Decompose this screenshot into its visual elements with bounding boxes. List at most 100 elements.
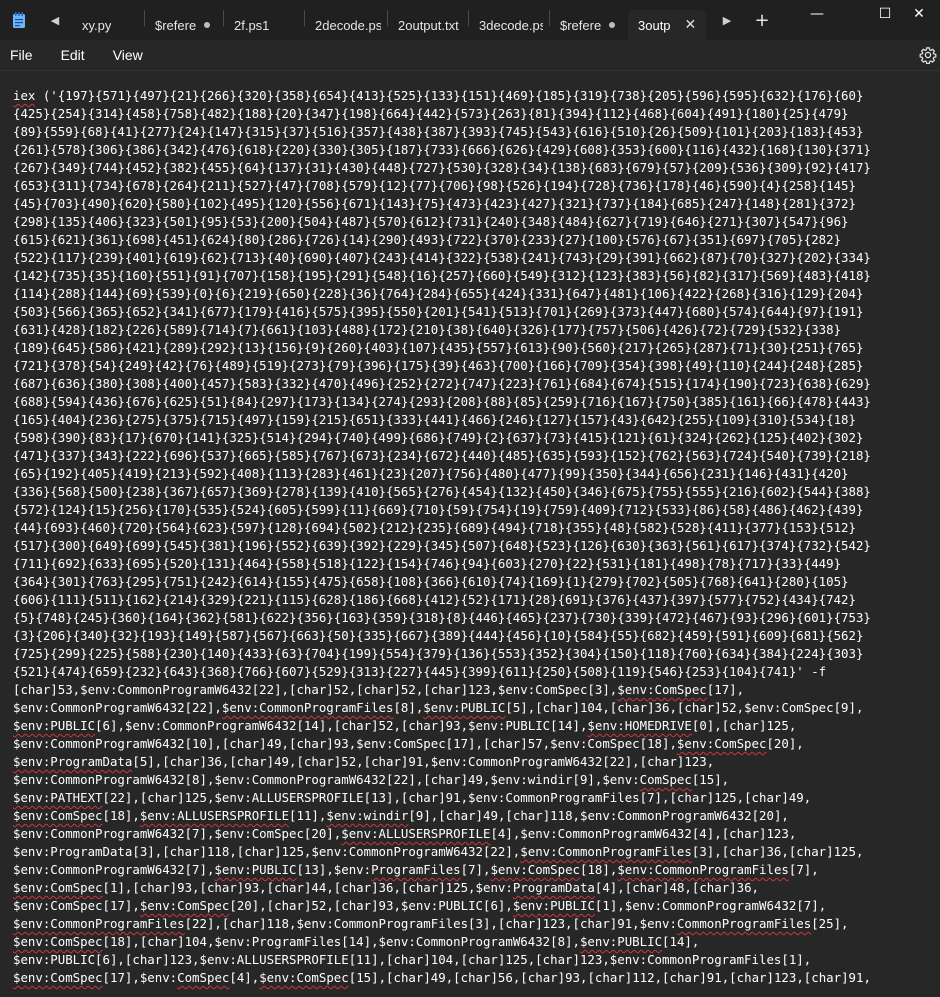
close-window-button[interactable]: ✕	[896, 0, 940, 28]
text-line: {142}{735}{35}{160}{551}{91}{707}{158}{1…	[13, 267, 940, 285]
text-line: {572}{124}{15}{256}{170}{535}{524}{605}{…	[13, 501, 940, 519]
line-text: {261}{578}{306}{386}{342}{476}{618}{220}…	[13, 142, 871, 157]
line-text: {503}{566}{365}{652}{341}{677}{179}{416}…	[13, 304, 864, 319]
line-text: {425}{254}{314}{458}{758}{482}{188}{20}{…	[13, 106, 849, 121]
line-text: {267}{349}{744}{452}{382}{455}{64}{137}{…	[13, 160, 871, 175]
text-line: $env:ProgramData[5],[char]36,[char]49,[c…	[13, 753, 940, 771]
title-bar: ◀ xy.py $refere 2f.ps1 2decode.ps1 2output.t…	[0, 0, 940, 40]
line-text: {688}{594}{436}{676}{625}{51}{84}{297}{1…	[13, 394, 871, 409]
tab-5[interactable]: 3decode.ps1	[469, 10, 549, 40]
text-line: {364}{301}{763}{295}{751}{242}{614}{155}…	[13, 573, 940, 591]
line-text: [18],	[102, 808, 140, 823]
line-text: {517}{300}{649}{699}{545}{381}{196}{552}…	[13, 538, 871, 553]
tab-2[interactable]: 2f.ps1	[224, 10, 304, 40]
tab-6[interactable]: $refere	[550, 10, 628, 40]
tab-7[interactable]: 3outp ✕	[628, 10, 706, 40]
spellcheck-flagged-text: $env:PUBLIC	[214, 862, 297, 877]
line-text: {114}{288}{144}{69}{539}{0}{6}{219}{650}…	[13, 286, 864, 301]
line-text: [4],$env:CommonProgramW6432[4],[char]123…	[490, 826, 797, 841]
line-text: {721}{378}{54}{249}{42}{76}{489}{519}{27…	[13, 358, 864, 373]
text-editor[interactable]: iex ('{197}{571}{497}{21}{266}{320}{358}…	[13, 87, 940, 997]
spellcheck-flagged-text: $env:ALLUSERSPROFILE	[341, 826, 491, 841]
line-text: [15],	[691, 772, 730, 787]
text-line: $env:ComSpec[17],$env:ComSpec[4],$env:Co…	[13, 969, 940, 987]
line-text: [char]53,$env:CommonProgramW6432[22],[ch…	[13, 682, 618, 697]
tab-label: $refere	[155, 17, 197, 33]
gear-icon	[919, 47, 937, 64]
text-line: $env:CommonProgramFiles[22],[char]118,$e…	[13, 915, 940, 933]
line-text: {598}{390}{83}{17}{670}{141}{325}{514}{2…	[13, 430, 864, 445]
text-line: {425}{254}{314}{458}{758}{482}{188}{20}{…	[13, 105, 940, 123]
line-text: {631}{428}{182}{226}{589}{714}{7}{661}{1…	[13, 322, 842, 337]
unsaved-dot-icon	[204, 22, 211, 28]
menu-view[interactable]: View	[103, 47, 153, 63]
tab-label: 3outp	[638, 17, 671, 33]
line-text: {5}{748}{245}{360}{164}{362}{581}{622}{3…	[13, 610, 871, 625]
text-line: $env:ComSpec[18],[char]104,$env:ProgramF…	[13, 933, 940, 951]
spellcheck-flagged-text: $env:ProgramData	[13, 754, 133, 769]
text-line: {298}{135}{406}{323}{501}{95}{53}{200}{5…	[13, 213, 940, 231]
line-text: [4],[char]48,[char]36,	[594, 880, 760, 895]
menu-edit[interactable]: Edit	[51, 47, 95, 63]
tab-1[interactable]: $refere	[145, 10, 223, 40]
line-text: [7],	[460, 862, 491, 877]
plus-icon: +	[754, 9, 770, 31]
text-line: {3}{206}{340}{32}{193}{149}{587}{567}{66…	[13, 627, 940, 645]
text-line: {65}{192}{405}{419}{213}{592}{408}{113}{…	[13, 465, 940, 483]
spellcheck-flagged-text: $env:PUBLIC	[512, 898, 595, 913]
tab-strip: xy.py $refere 2f.ps1 2decode.ps1 2output.txt…	[72, 0, 706, 40]
spellcheck-flagged-text: CommonProgramFiles	[676, 916, 812, 931]
scroll-tabs-right-button[interactable]: ▶	[710, 0, 744, 40]
line-text: $env:PUBLIC[6],[char]123,$env:ALLUSERSPR…	[13, 952, 812, 967]
line-text: {615}{621}{361}{698}{451}{624}{80}{286}{…	[13, 232, 842, 247]
spellcheck-flagged-text: $env:CommonProgramFiles	[617, 862, 789, 877]
text-line: {687}{636}{380}{308}{400}{457}{583}{332}…	[13, 375, 940, 393]
line-text: {522}{117}{239}{401}{619}{62}{713}{40}{6…	[13, 250, 871, 265]
text-line: {521}{474}{659}{232}{643}{368}{766}{607}…	[13, 663, 940, 681]
settings-button[interactable]	[918, 45, 938, 65]
line-text: [0],[char]125,	[691, 718, 797, 733]
line-text: [18],	[580, 862, 618, 877]
text-line: {89}{559}{68}{41}{277}{24}{147}{315}{37}…	[13, 123, 940, 141]
line-text: [6],$env:CommonProgramW6432[14],[char]52…	[95, 718, 588, 733]
line-text: [17],	[706, 682, 745, 697]
scroll-tabs-left-button[interactable]: ◀	[38, 0, 72, 40]
line-text: [13],$env:	[296, 862, 372, 877]
minimize-button[interactable]: —	[794, 0, 840, 28]
line-text: [1],$env:CommonProgramW6432[7],	[594, 898, 827, 913]
text-line: $env:CommonProgramW6432[22],$env:CommonP…	[13, 699, 940, 717]
line-text: [11],	[289, 808, 327, 823]
line-text: {711}{692}{633}{695}{520}{131}{464}{558}…	[13, 556, 842, 571]
spellcheck-flagged-text: $env:CommonProgramFiles	[13, 916, 185, 931]
menu-file[interactable]: File	[0, 47, 43, 63]
text-line: $env:CommonProgramW6432[8],$env:CommonPr…	[13, 771, 940, 789]
text-line: $env:ComSpec[17],$env:ComSpec[20],[char]…	[13, 897, 940, 915]
close-tab-icon[interactable]: ✕	[685, 17, 697, 33]
text-line: {606}{111}{511}{162}{214}{329}{221}{115}…	[13, 591, 940, 609]
line-text: [22],[char]118,$env:CommonProgramFiles[3…	[184, 916, 677, 931]
new-tab-button[interactable]: +	[744, 0, 780, 40]
maximize-icon: ☐	[878, 6, 892, 22]
line-text: [20],[char]52,[char]93,$env:PUBLIC[6],	[229, 898, 513, 913]
line-text: $env:CommonProgramW6432[10],[char]49,[ch…	[13, 736, 677, 751]
notepad-icon	[13, 12, 25, 28]
text-line: $env:PUBLIC[6],$env:CommonProgramW6432[1…	[13, 717, 940, 735]
line-text: {165}{404}{236}{275}{375}{715}{497}{159}…	[13, 412, 856, 427]
line-text: [1],[char]93,[char]93,[char]44,[char]36,…	[102, 880, 513, 895]
tab-label: 2f.ps1	[234, 17, 270, 33]
text-line: {336}{568}{500}{238}{367}{657}{369}{278}…	[13, 483, 940, 501]
line-text: {572}{124}{15}{256}{170}{535}{524}{605}{…	[13, 502, 864, 517]
menu-divider	[0, 70, 940, 71]
line-text: {44}{693}{460}{720}{564}{623}{597}{128}{…	[13, 520, 856, 535]
spellcheck-flagged-text: $env:ComSpec	[490, 862, 580, 877]
text-line: {615}{621}{361}{698}{451}{624}{80}{286}{…	[13, 231, 940, 249]
text-line: {711}{692}{633}{695}{520}{131}{464}{558}…	[13, 555, 940, 573]
line-text: {189}{645}{586}{421}{289}{292}{13}{156}{…	[13, 340, 864, 355]
tab-3[interactable]: 2decode.ps1	[305, 10, 387, 40]
line-text: {725}{299}{225}{588}{230}{140}{433}{63}{…	[13, 646, 864, 661]
line-text: [8],	[393, 700, 424, 715]
line-text: {3}{206}{340}{32}{193}{149}{587}{567}{66…	[13, 628, 864, 643]
tab-0[interactable]: xy.py	[72, 10, 144, 40]
tab-4[interactable]: 2output.txt	[388, 10, 468, 40]
line-text: {89}{559}{68}{41}{277}{24}{147}{315}{37}…	[13, 124, 864, 139]
